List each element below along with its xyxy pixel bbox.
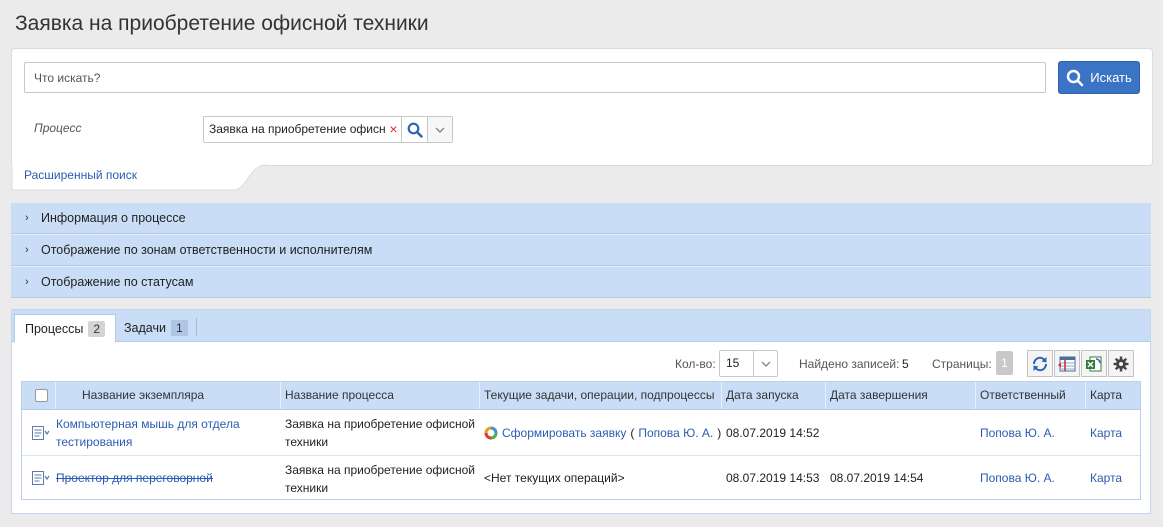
search-button-label: Искать xyxy=(1090,70,1132,85)
responsible-link[interactable]: Попова Ю. А. xyxy=(980,469,1055,487)
instance-link[interactable]: Проектор для переговорной xyxy=(56,469,213,487)
process-picker[interactable]: Заявка на приобретение офисн × xyxy=(203,116,453,143)
current-task-cell: <Нет текущих операций> xyxy=(484,470,625,485)
map-link[interactable]: Карта xyxy=(1090,424,1122,442)
advanced-search-tab: Расширенный поиск xyxy=(11,164,267,191)
clear-icon[interactable]: × xyxy=(386,117,401,142)
process-filter-label: Процесс xyxy=(34,121,82,135)
column-header[interactable]: Дата завершения xyxy=(826,382,976,409)
start-date-cell: 08.07.2019 14:52 xyxy=(726,425,820,440)
records-found-label: Найдено записей: xyxy=(799,357,900,371)
column-header[interactable]: Карта xyxy=(1086,382,1140,409)
tab-label: Задачи xyxy=(124,321,166,335)
table-header: Название экземпляра Название процесса Те… xyxy=(22,382,1140,410)
column-header[interactable]: Дата запуска xyxy=(722,382,826,409)
responsible-cell: Попова Ю. А. xyxy=(976,456,1086,499)
search-input[interactable] xyxy=(24,62,1046,93)
search-panel: Искать Процесс Заявка на приобретение оф… xyxy=(11,48,1153,166)
column-header[interactable]: Текущие задачи, операции, подпроцессы xyxy=(480,382,722,409)
instance-card-icon[interactable] xyxy=(32,426,50,440)
table-row[interactable]: Компьютерная мышь для отдела тестировани… xyxy=(22,410,1140,456)
chevron-right-icon: › xyxy=(25,276,29,288)
chevron-right-icon: › xyxy=(25,244,29,256)
map-cell: Карта xyxy=(1086,456,1140,499)
tab-count-badge: 1 xyxy=(170,320,188,336)
select-all-cell xyxy=(22,382,56,409)
map-link[interactable]: Карта xyxy=(1090,469,1122,487)
tab-processes[interactable]: Процессы 2 xyxy=(14,314,117,343)
select-all-checkbox[interactable] xyxy=(35,389,48,402)
task-assignee-link[interactable]: Попова Ю. А. xyxy=(638,424,713,442)
tab-label: Процессы xyxy=(25,321,84,336)
column-settings-icon xyxy=(1058,356,1076,371)
task-status-icon xyxy=(484,426,498,439)
chevron-right-icon: › xyxy=(25,212,29,224)
accordion-process-info[interactable]: › Информация о процессе xyxy=(11,203,1151,234)
table-row[interactable]: Проектор для переговорной Заявка на прио… xyxy=(22,456,1140,499)
instance-link[interactable]: Компьютерная мышь для отдела тестировани… xyxy=(56,415,277,451)
tab-divider xyxy=(196,318,197,336)
refresh-icon xyxy=(1032,356,1048,371)
current-task-link[interactable]: Сформировать заявку xyxy=(502,424,626,442)
accordion-responsibility-zones[interactable]: › Отображение по зонам ответственности и… xyxy=(11,235,1151,266)
task-paren-close: ) xyxy=(717,425,722,440)
refresh-button[interactable] xyxy=(1027,350,1053,377)
accordion-label: Информация о процессе xyxy=(41,211,186,225)
process-dropdown-button[interactable] xyxy=(427,117,452,142)
chevron-down-icon xyxy=(761,361,770,367)
search-icon xyxy=(1067,69,1084,86)
page-size-value: 15 xyxy=(726,356,740,370)
page-size-select[interactable]: 15 xyxy=(719,350,778,377)
task-paren-open: ( xyxy=(630,425,635,440)
tab-tasks[interactable]: Задачи 1 xyxy=(114,314,198,342)
tab-count-badge: 2 xyxy=(88,320,106,337)
process-lookup-button[interactable] xyxy=(401,117,427,142)
results-panel: Процессы 2 Задачи 1 Кол-во: 15 Найдено з… xyxy=(11,309,1151,514)
current-task-cell: Сформировать заявку (Попова Ю. А.) xyxy=(480,410,722,455)
excel-export-icon xyxy=(1086,356,1102,371)
process-name-cell: Заявка на приобретение офисной техники xyxy=(285,463,475,495)
responsible-cell: Попова Ю. А. xyxy=(976,410,1086,455)
process-name-cell: Заявка на приобретение офисной техники xyxy=(285,417,475,449)
page-number-button[interactable]: 1 xyxy=(996,351,1013,375)
end-date-cell: 08.07.2019 14:54 xyxy=(830,470,924,485)
gear-icon xyxy=(1113,356,1129,371)
column-header[interactable]: Название экземпляра xyxy=(56,382,281,409)
page-title: Заявка на приобретение офисной техники xyxy=(15,12,429,35)
accordion-label: Отображение по статусам xyxy=(41,275,194,289)
map-cell: Карта xyxy=(1086,410,1140,455)
column-header[interactable]: Название процесса xyxy=(281,382,480,409)
accordion-label: Отображение по зонам ответственности и и… xyxy=(41,243,373,257)
instance-cell: Проектор для переговорной xyxy=(22,456,281,499)
column-settings-button[interactable] xyxy=(1054,350,1080,377)
pages-label: Страницы: xyxy=(932,357,992,371)
grid-settings-button[interactable] xyxy=(1108,350,1134,377)
tab-strip: Процессы 2 Задачи 1 xyxy=(12,310,1150,343)
excel-export-button[interactable] xyxy=(1081,350,1107,377)
accordion-statuses[interactable]: › Отображение по статусам xyxy=(11,267,1151,298)
page-size-dropdown[interactable] xyxy=(753,351,777,376)
chevron-down-icon xyxy=(435,127,445,133)
end-date-cell xyxy=(826,410,976,455)
advanced-search-link[interactable]: Расширенный поиск xyxy=(24,168,137,182)
grid-toolbar xyxy=(1027,350,1134,377)
column-header[interactable]: Ответственный xyxy=(976,382,1086,409)
process-picker-value: Заявка на приобретение офисн xyxy=(209,122,386,136)
instance-card-icon[interactable] xyxy=(32,470,50,485)
search-button[interactable]: Искать xyxy=(1058,61,1140,94)
records-found-count: 5 xyxy=(902,357,909,371)
search-icon xyxy=(407,122,423,138)
processes-table: Название экземпляра Название процесса Те… xyxy=(21,381,1141,500)
responsible-link[interactable]: Попова Ю. А. xyxy=(980,424,1055,442)
instance-cell: Компьютерная мышь для отдела тестировани… xyxy=(22,410,281,455)
page-size-label: Кол-во: xyxy=(675,357,716,371)
start-date-cell: 08.07.2019 14:53 xyxy=(726,470,820,485)
